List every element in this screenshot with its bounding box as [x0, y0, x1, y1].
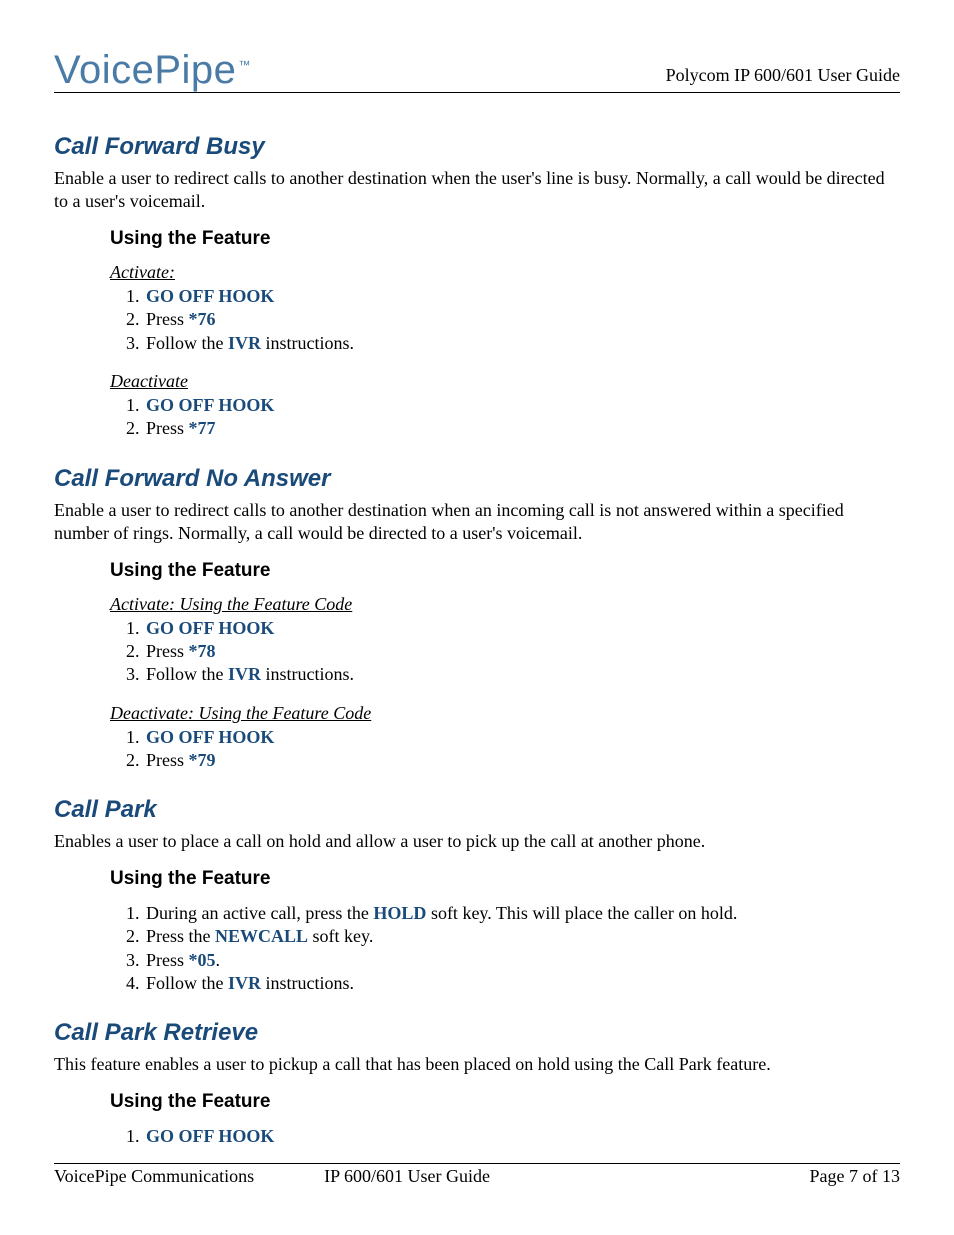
keyword: HOLD [373, 903, 426, 923]
step-item: Press *77 [144, 417, 900, 440]
step-list: GO OFF HOOKPress *78Follow the IVR instr… [110, 617, 900, 687]
group-label: Activate: Using the Feature Code [110, 594, 900, 615]
subsection-title: Using the Feature [110, 868, 900, 890]
header-doc-title: Polycom IP 600/601 User Guide [666, 65, 900, 86]
step-item: Press *78 [144, 640, 900, 663]
footer-page-number: Page 7 of 13 [810, 1166, 900, 1187]
section-title: Call Park [54, 796, 900, 824]
step-list: GO OFF HOOKPress *76Follow the IVR instr… [110, 285, 900, 355]
keyword: IVR [228, 333, 261, 353]
keyword: *77 [189, 418, 216, 438]
keyword: IVR [228, 973, 261, 993]
step-item: GO OFF HOOK [144, 726, 900, 749]
subsection-title: Using the Feature [110, 560, 900, 582]
page-footer: VoicePipe Communications IP 600/601 User… [54, 1163, 900, 1187]
section-description: Enable a user to redirect calls to anoth… [54, 499, 900, 546]
step-item: Follow the IVR instructions. [144, 972, 900, 995]
keyword: *78 [189, 641, 216, 661]
logo: VoicePipe™ [54, 50, 251, 90]
step-item: Press *05. [144, 949, 900, 972]
step-list: GO OFF HOOK [110, 1125, 900, 1148]
group-label: Activate: [110, 262, 900, 283]
step-item: Press *79 [144, 749, 900, 772]
keyword: GO OFF HOOK [146, 1126, 274, 1146]
section-description: Enable a user to redirect calls to anoth… [54, 167, 900, 214]
step-item: GO OFF HOOK [144, 1125, 900, 1148]
keyword: GO OFF HOOK [146, 618, 274, 638]
step-item: GO OFF HOOK [144, 285, 900, 308]
subsection-title: Using the Feature [110, 1091, 900, 1113]
footer-company: VoicePipe Communications [54, 1166, 254, 1187]
footer-doc-title: IP 600/601 User Guide [324, 1166, 809, 1187]
step-item: Follow the IVR instructions. [144, 332, 900, 355]
page-header: VoicePipe™ Polycom IP 600/601 User Guide [54, 50, 900, 93]
group-label: Deactivate: Using the Feature Code [110, 703, 900, 724]
section-title: Call Forward No Answer [54, 465, 900, 493]
keyword: GO OFF HOOK [146, 395, 274, 415]
step-item: Follow the IVR instructions. [144, 663, 900, 686]
subsection-title: Using the Feature [110, 228, 900, 250]
section: Call Park Retrieve This feature enables a… [54, 1019, 900, 1148]
section-title: Call Park Retrieve [54, 1019, 900, 1047]
section: Call Forward No Answer Enable a user to r… [54, 465, 900, 773]
step-item: During an active call, press the HOLD so… [144, 902, 900, 925]
step-item: Press the NEWCALL soft key. [144, 925, 900, 948]
step-item: GO OFF HOOK [144, 394, 900, 417]
step-item: GO OFF HOOK [144, 617, 900, 640]
group-label: Deactivate [110, 371, 900, 392]
step-list: GO OFF HOOKPress *79 [110, 726, 900, 773]
step-list: During an active call, press the HOLD so… [110, 902, 900, 996]
keyword: *79 [189, 750, 216, 770]
section: Call Park Enables a user to place a call … [54, 796, 900, 995]
keyword: GO OFF HOOK [146, 727, 274, 747]
keyword: GO OFF HOOK [146, 286, 274, 306]
content: Call Forward Busy Enable a user to redire… [54, 133, 900, 1148]
keyword: NEWCALL [215, 926, 308, 946]
logo-text: VoicePipe [54, 48, 236, 92]
section: Call Forward Busy Enable a user to redire… [54, 133, 900, 441]
keyword: *76 [189, 309, 216, 329]
step-item: Press *76 [144, 308, 900, 331]
section-title: Call Forward Busy [54, 133, 900, 161]
section-description: This feature enables a user to pickup a … [54, 1053, 900, 1076]
section-description: Enables a user to place a call on hold a… [54, 830, 900, 853]
trademark-symbol: ™ [238, 58, 251, 72]
keyword: IVR [228, 664, 261, 684]
step-list: GO OFF HOOKPress *77 [110, 394, 900, 441]
keyword: *05 [189, 950, 216, 970]
